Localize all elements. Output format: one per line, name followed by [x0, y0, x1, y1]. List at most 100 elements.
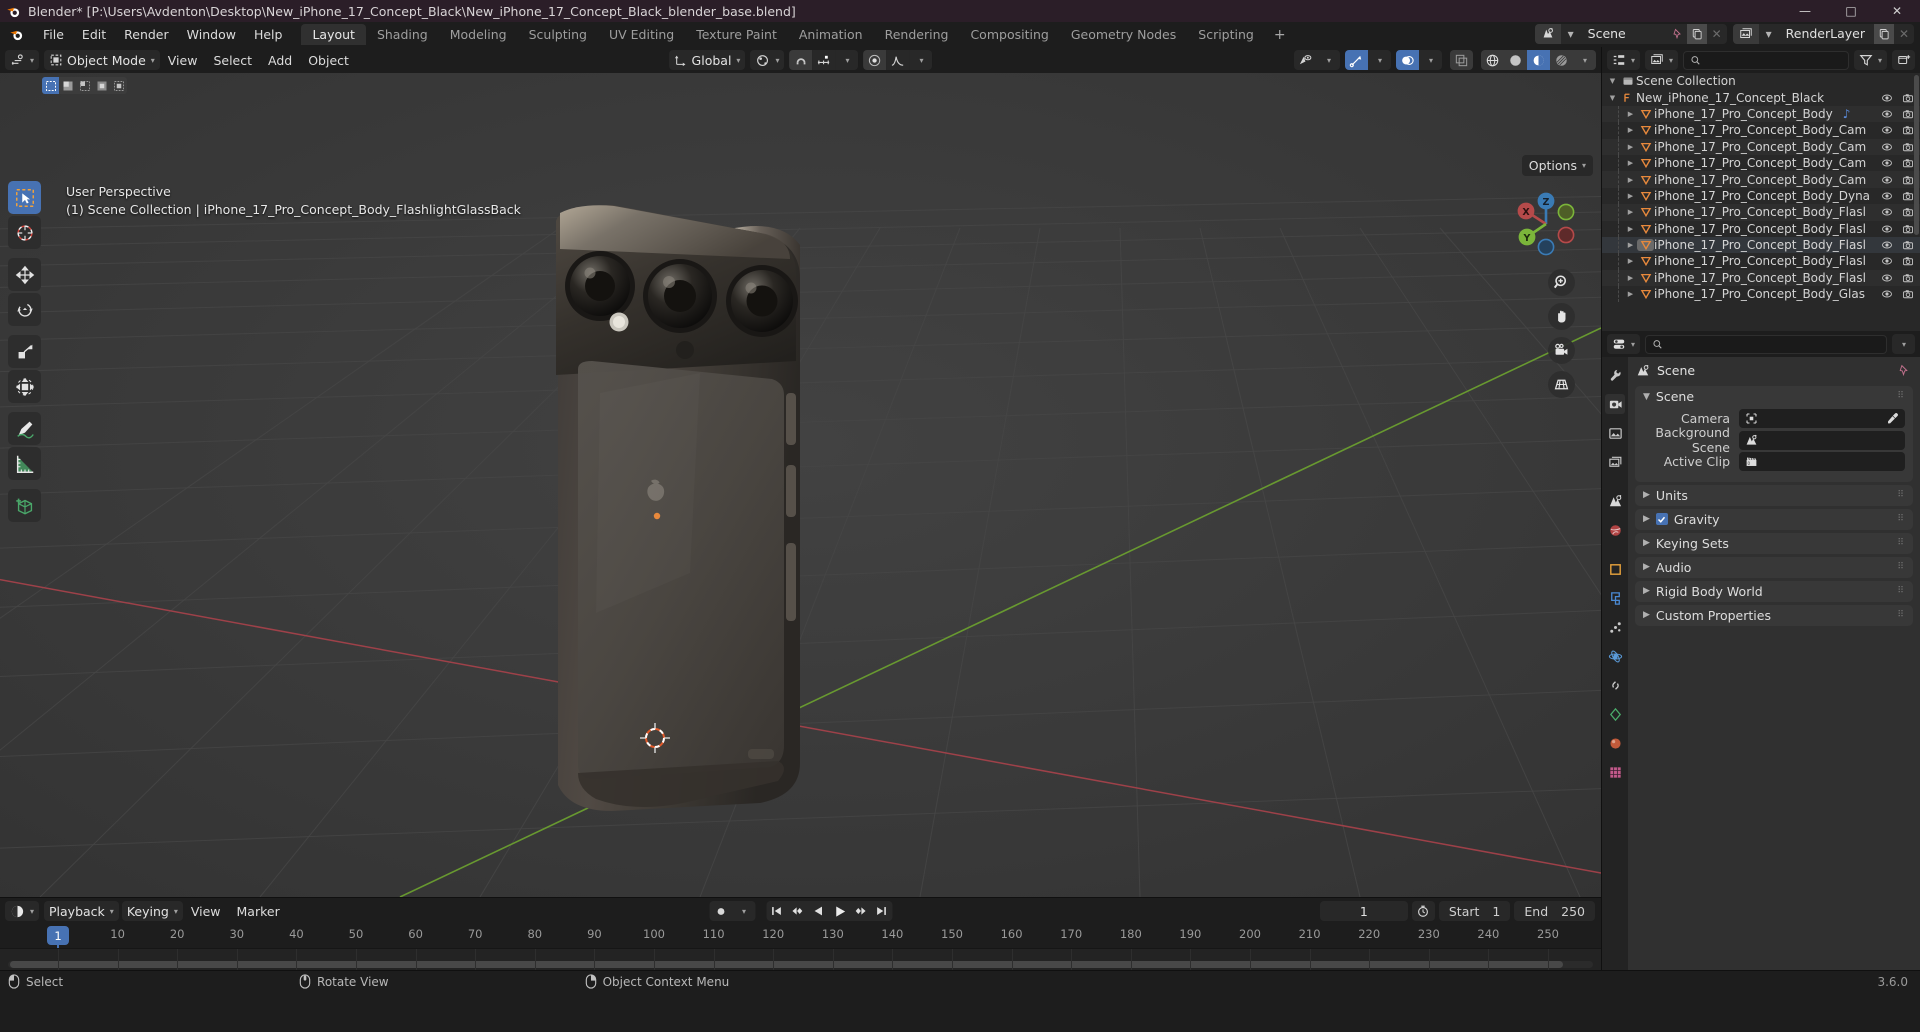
editor-type-selector[interactable]: ▾ — [5, 50, 40, 70]
viewlayer-name-value[interactable]: RenderLayer — [1778, 24, 1874, 44]
active-clip-value[interactable]: 0 — [1739, 452, 1905, 471]
select-invert-icon[interactable] — [93, 77, 110, 94]
outliner-row[interactable]: ▶ iPhone_17_Pro_Concept_Body_Dyna — [1602, 187, 1920, 205]
tweak-select-tool[interactable] — [8, 181, 41, 214]
panel-scene-header[interactable]: ▼ Scene ⠿ — [1635, 386, 1913, 407]
hide-in-viewport-icon[interactable] — [1881, 223, 1893, 235]
prev-keyframe-button[interactable] — [787, 901, 808, 921]
tab-scripting[interactable]: Scripting — [1187, 22, 1265, 47]
outliner-tree[interactable]: ▼ Scene Collection ▼ New_iPhone_17_Concep… — [1602, 73, 1920, 331]
shading-chevron-icon[interactable]: ▾ — [1573, 50, 1596, 70]
visibility-chevron-icon[interactable]: ▾ — [1317, 50, 1340, 70]
viewport-menu-object[interactable]: Object — [300, 53, 357, 68]
outliner-expand-icon[interactable]: ▶ — [1624, 241, 1637, 249]
timeline-editor-type-selector[interactable]: ▾ — [5, 901, 40, 921]
panel-header[interactable]: ▶ Audio ⠿ — [1635, 557, 1913, 578]
tab-sculpting[interactable]: Sculpting — [518, 22, 598, 47]
timeline-menu-view[interactable]: View — [183, 904, 229, 919]
outliner-row[interactable]: ▶ iPhone_17_Pro_Concept_Body_Flasl — [1602, 253, 1920, 270]
menu-edit[interactable]: Edit — [73, 24, 115, 45]
scene-chevron-icon[interactable]: ▾ — [1561, 24, 1581, 44]
viewlayer-chevron-icon[interactable]: ▾ — [1759, 24, 1779, 44]
scene-name-value[interactable]: Scene — [1580, 24, 1667, 44]
tab-render[interactable] — [1605, 394, 1625, 414]
outliner-expand-icon[interactable]: ▶ — [1624, 257, 1637, 265]
panel-header[interactable]: ▶ Units ⠿ — [1635, 485, 1913, 506]
select-subtract-icon[interactable] — [76, 77, 93, 94]
hide-in-viewport-icon[interactable] — [1881, 157, 1893, 169]
outliner-editor-type-selector[interactable]: ▾ — [1607, 50, 1641, 70]
panel-header[interactable]: ▶ Keying Sets ⠿ — [1635, 533, 1913, 554]
auto-keying-icon[interactable] — [709, 901, 732, 921]
tab-layout[interactable]: Layout — [301, 24, 366, 45]
tab-modifiers[interactable] — [1605, 588, 1625, 608]
add-workspace-button[interactable]: + — [1265, 27, 1295, 43]
timeline-menu-playback[interactable]: Playback ▾ — [44, 901, 119, 921]
scale-tool[interactable] — [8, 335, 41, 368]
move-tool[interactable] — [8, 258, 41, 291]
start-frame-field[interactable]: Start 1 — [1438, 901, 1511, 921]
delete-scene-icon[interactable]: ✕ — [1707, 24, 1727, 44]
outliner-row[interactable]: ▶ iPhone_17_Pro_Concept_Body_Cam — [1602, 154, 1920, 172]
outliner-expand-icon[interactable]: ▶ — [1624, 290, 1637, 298]
timeline-menu-marker[interactable]: Marker — [229, 904, 288, 919]
proportional-edit-icon[interactable] — [863, 50, 887, 70]
select-extend-icon[interactable] — [59, 77, 76, 94]
tab-tool[interactable] — [1605, 365, 1625, 385]
outliner-row[interactable]: ▶ iPhone_17_Pro_Concept_Body_Flasl — [1602, 220, 1920, 237]
menu-help[interactable]: Help — [245, 24, 292, 45]
select-set-icon[interactable] — [42, 77, 59, 94]
outliner-scene-collection-row[interactable]: ▼ Scene Collection — [1602, 73, 1920, 89]
outliner-row[interactable]: ▶ iPhone_17_Pro_Concept_Body_Flasl — [1602, 236, 1920, 254]
disable-in-renders-icon[interactable] — [1902, 255, 1914, 267]
outliner-expand-icon[interactable]: ▶ — [1624, 176, 1637, 184]
play-button[interactable] — [829, 901, 850, 921]
hide-in-viewport-icon[interactable] — [1881, 108, 1893, 120]
background-scene-value[interactable] — [1739, 430, 1905, 450]
outliner-expand-icon[interactable]: ▶ — [1624, 159, 1637, 167]
tab-compositing[interactable]: Compositing — [959, 22, 1059, 47]
outliner-row[interactable]: ▶ iPhone_17_Pro_Concept_Body_Cam — [1602, 171, 1920, 188]
timeline-playhead-label[interactable]: 1 — [47, 926, 69, 945]
scene-selector[interactable]: ▾ Scene ✕ — [1534, 24, 1727, 44]
tab-object[interactable] — [1605, 559, 1625, 579]
panel-header[interactable]: ▶ Rigid Body World ⠿ — [1635, 581, 1913, 602]
viewlayer-selector[interactable]: ▾ RenderLayer ✕ — [1732, 24, 1914, 44]
viewport-menu-select[interactable]: Select — [205, 53, 260, 68]
jump-end-button[interactable] — [871, 901, 892, 921]
hide-in-viewport-icon[interactable] — [1881, 124, 1893, 136]
gizmo-chevron-icon[interactable]: ▾ — [1368, 50, 1391, 70]
new-viewlayer-icon[interactable] — [1874, 24, 1894, 44]
properties-search-input[interactable] — [1645, 334, 1887, 354]
outliner-expand-icon[interactable]: ▶ — [1624, 274, 1637, 282]
transform-tool[interactable] — [8, 370, 41, 403]
pin-id-icon[interactable] — [1897, 364, 1910, 377]
grid-ortho-icon[interactable] — [1548, 371, 1575, 398]
disable-in-renders-icon[interactable] — [1902, 174, 1914, 186]
end-frame-field[interactable]: End 250 — [1514, 901, 1595, 921]
disable-in-renders-icon[interactable] — [1902, 223, 1914, 235]
outliner-row[interactable]: ▶ iPhone_17_Pro_Concept_Body_Cam — [1602, 122, 1920, 139]
disable-in-renders-icon[interactable] — [1902, 239, 1914, 251]
viewport-menu-view[interactable]: View — [160, 53, 206, 68]
timeline-ruler[interactable]: 10 20 30 40 50 60 70 80 90 100 110 120 130 140 150 160 1… — [0, 924, 1601, 970]
tab-particles[interactable] — [1605, 617, 1625, 637]
disable-in-renders-icon[interactable] — [1902, 141, 1914, 153]
measure-tool[interactable] — [8, 447, 41, 480]
outliner-row[interactable]: ▶ iPhone_17_Pro_Concept_Body ♪ — [1602, 105, 1920, 123]
outliner-search-input[interactable] — [1683, 50, 1849, 70]
close-button[interactable]: ✕ — [1874, 0, 1920, 22]
shading-rendered-icon[interactable] — [1550, 50, 1573, 70]
new-scene-icon[interactable] — [1686, 24, 1707, 44]
outliner-row[interactable]: ▼ New_iPhone_17_Concept_Black — [1602, 89, 1920, 105]
hide-in-viewport-icon[interactable] — [1881, 190, 1893, 202]
tab-constraints[interactable] — [1605, 675, 1625, 695]
tab-world[interactable] — [1605, 520, 1625, 540]
panel-header[interactable]: ▶ Gravity ⠿ — [1635, 509, 1913, 530]
hide-in-viewport-icon[interactable] — [1881, 288, 1893, 300]
auto-keying-chevron-icon[interactable]: ▾ — [732, 901, 755, 921]
tab-scene[interactable] — [1605, 491, 1625, 511]
rotate-tool[interactable] — [8, 293, 41, 326]
falloff-chevron-icon[interactable]: ▾ — [909, 50, 933, 70]
show-gizmo-icon[interactable] — [1345, 50, 1368, 70]
